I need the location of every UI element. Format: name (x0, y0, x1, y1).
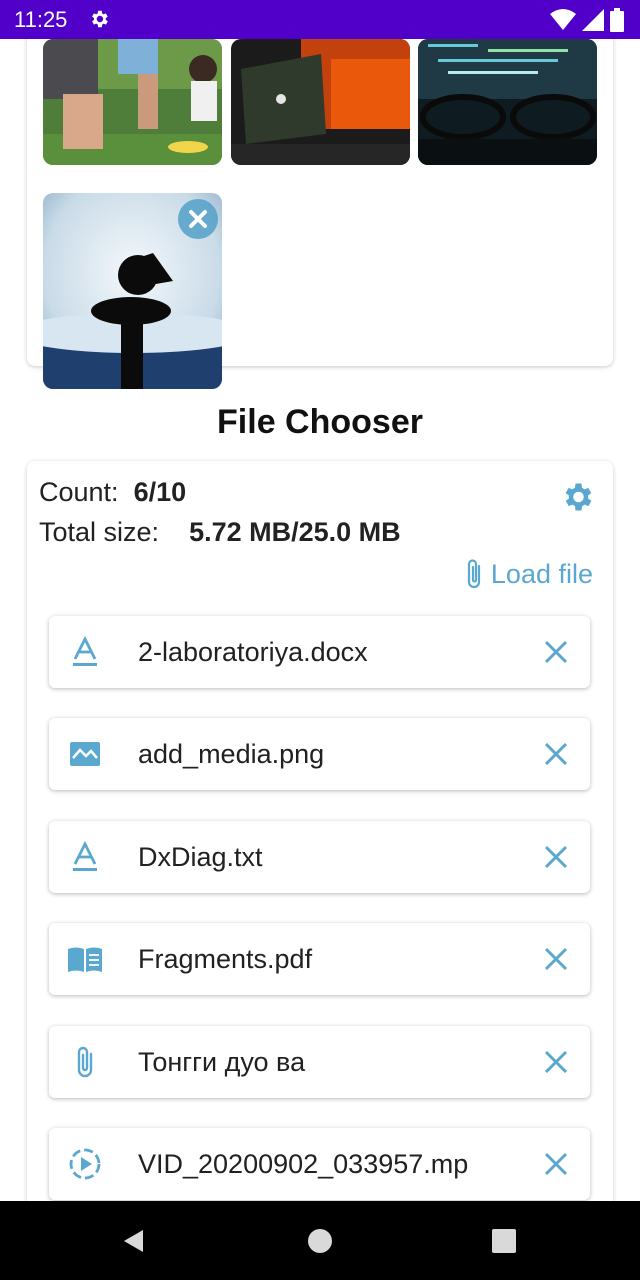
load-file-button[interactable]: Load file (463, 557, 593, 591)
photo-kids-garden[interactable] (43, 39, 222, 165)
settings-button[interactable] (559, 479, 595, 515)
recents-icon[interactable] (491, 1228, 517, 1254)
remove-file-button[interactable] (542, 740, 570, 768)
remove-file-button[interactable] (542, 1048, 570, 1076)
count-label: Count: (39, 477, 119, 507)
photo-monitor-glasses[interactable] (418, 39, 597, 165)
video-play-icon (69, 1148, 101, 1180)
count-row: Count: 6/10 (39, 477, 186, 508)
file-list-item[interactable]: Fragments.pdf (49, 923, 590, 995)
count-value: 6/10 (133, 477, 187, 507)
file-list-item[interactable]: Тонгги дуо ва (49, 1026, 590, 1098)
size-label: Total size: (39, 517, 160, 547)
remove-file-button[interactable] (542, 638, 570, 666)
load-file-label: Load file (490, 558, 593, 589)
photo-laptop[interactable] (231, 39, 410, 165)
file-name: Fragments.pdf (138, 944, 313, 974)
file-name: VID_20200902_033957.mp (138, 1149, 469, 1179)
image-icon (70, 742, 100, 766)
file-name: add_media.png (138, 739, 325, 769)
signal-icon (582, 9, 604, 31)
book-icon (68, 947, 102, 972)
status-time: 11:25 (14, 7, 68, 32)
page-title: File Chooser (217, 403, 423, 441)
remove-file-button[interactable] (542, 945, 570, 973)
close-icon (189, 210, 207, 228)
file-name: Тонгги дуо ва (138, 1047, 306, 1077)
remove-file-button[interactable] (542, 1150, 570, 1178)
document-text-icon (73, 635, 97, 666)
home-icon[interactable] (307, 1228, 333, 1254)
file-list-item[interactable]: DxDiag.txt (49, 821, 590, 893)
media-card (27, 39, 613, 389)
photo-monitor-glasses-image (418, 39, 597, 165)
settings-icon (92, 10, 108, 28)
photo-laptop-image (231, 39, 410, 165)
status-bar: 11:25 (0, 0, 640, 39)
size-row: Total size: 5.72 MB/25.0 MB (39, 517, 401, 548)
photo-silhouette-moon[interactable] (43, 193, 222, 389)
wifi-icon (550, 9, 576, 30)
paperclip-icon (467, 559, 481, 589)
remove-file-button[interactable] (542, 843, 570, 871)
document-text-icon (73, 840, 97, 871)
file-name: 2-laboratoriya.docx (138, 637, 368, 667)
file-chooser-card: Count: 6/10 Total size: 5.72 MB/25.0 MB … (27, 461, 613, 1201)
paperclip-icon (77, 1046, 93, 1078)
scroll-content[interactable]: File Chooser Count: 6/10 Total size: 5.7… (0, 39, 640, 1201)
navigation-bar (0, 1201, 640, 1280)
photo-kids-garden-image (43, 39, 222, 165)
size-value: 5.72 MB/25.0 MB (189, 517, 401, 547)
file-list-item[interactable]: 2-laboratoriya.docx (49, 616, 590, 688)
file-list-item[interactable]: VID_20200902_033957.mp (49, 1128, 590, 1200)
back-icon[interactable] (121, 1228, 147, 1254)
battery-icon (610, 8, 624, 32)
remove-photo-button[interactable] (178, 199, 218, 239)
file-list-item[interactable]: add_media.png (49, 718, 590, 790)
file-name: DxDiag.txt (138, 842, 263, 872)
